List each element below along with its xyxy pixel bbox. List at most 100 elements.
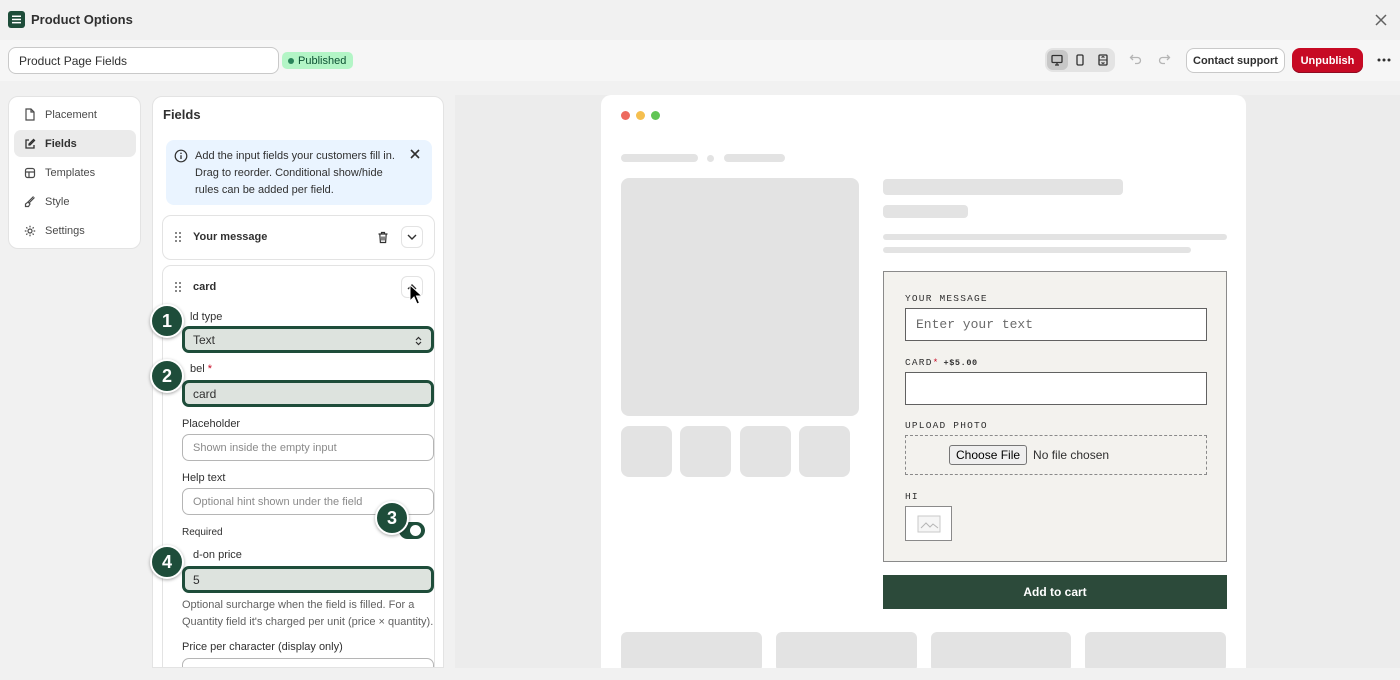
redo-icon[interactable] [1157,52,1173,68]
nav-item-placement[interactable]: Placement [14,101,136,128]
preview-card-label-text: CARD [905,357,933,368]
label-input[interactable]: card [182,380,434,407]
window-dot-red [621,111,630,120]
preview-image-thumbnail[interactable] [905,506,952,541]
step-badge-2: 2 [150,359,184,393]
settings-nav: Placement Fields Templates Style Setting… [8,96,141,249]
placeholder-label: Placeholder [182,418,241,430]
drag-handle-icon[interactable] [174,281,184,295]
preview-your-message-label: YOUR MESSAGE [905,293,988,304]
info-banner: Add the input fields your customers fill… [166,140,432,205]
drag-handle-icon[interactable] [174,231,184,245]
field-card-card[interactable]: card ld type Text bel * card Placeholder… [162,265,435,667]
mobile-view-button[interactable] [1070,50,1091,70]
fullwidth-view-button[interactable] [1092,50,1113,70]
placeholder-input[interactable]: Shown inside the empty input [182,434,434,461]
nav-item-style[interactable]: Style [14,188,136,215]
app-title: Product Options [31,12,133,27]
preview-your-message-input[interactable]: Enter your text [905,308,1207,341]
preview-card-price: +$5.00 [943,358,978,368]
unpublish-button[interactable]: Unpublish [1292,48,1363,73]
brush-icon [24,195,35,207]
toggle-knob [410,525,421,536]
status-dot-icon [288,57,294,64]
field-card-your-message[interactable]: Your message [162,215,435,260]
field-type-label: ld type [190,311,223,323]
title-bar [0,0,1400,40]
nav-item-fields[interactable]: Fields [14,130,136,157]
add-to-cart-button[interactable]: Add to cart [883,575,1227,609]
delete-field-icon[interactable] [372,226,394,248]
skeleton-text-line [883,234,1227,240]
expand-icon [1098,54,1108,66]
nav-label-templates: Templates [45,166,96,179]
preview-hi-label: HI [905,491,919,502]
template-icon [24,167,36,178]
nav-item-templates[interactable]: Templates [14,159,136,186]
addon-price-input[interactable]: 5 [182,566,434,593]
field-title-card: card [193,281,217,293]
status-label: Published [298,54,347,67]
skeleton-thumbnail [621,426,672,477]
skeleton-card [621,632,762,668]
skeleton-breadcrumb [621,154,698,162]
required-asterisk: * [207,363,213,375]
status-badge: Published [282,52,354,69]
addon-price-label: d-on price [193,549,242,561]
preview-upload-label: UPLOAD PHOTO [905,420,988,431]
storefront-preview: YOUR MESSAGE Enter your text CARD* +$5.00… [601,95,1246,668]
label-input-value: card [193,386,217,401]
nav-label-settings: Settings [45,224,85,237]
more-actions-icon[interactable] [1374,52,1394,68]
nav-label-placement: Placement [45,108,97,121]
gear-icon [24,225,36,236]
info-icon [174,149,188,163]
field-type-value: Text [193,332,216,347]
skeleton-card [776,632,917,668]
nav-label-fields: Fields [45,137,77,150]
skeleton-card [931,632,1071,668]
skeleton-separator [707,155,714,162]
addon-price-value: 5 [193,572,200,587]
skeleton-thumbnail [680,426,731,477]
close-icon[interactable] [1371,10,1391,30]
desktop-view-button[interactable] [1047,50,1068,70]
nav-item-settings[interactable]: Settings [14,217,136,244]
preview-card-label: CARD* +$5.00 [905,357,978,368]
field-title-your-message: Your message [193,231,268,243]
mobile-icon [1076,54,1084,66]
desktop-icon [1051,54,1063,66]
required-label: Required [182,527,223,538]
name-input[interactable] [8,47,279,74]
device-toggle-group [1045,48,1115,72]
preview-upload-dropzone[interactable]: Choose File No file chosen [905,435,1207,475]
step-badge-1: 1 [150,304,184,338]
mouse-cursor-icon [409,284,423,305]
label-field-label-text: bel [190,363,205,375]
edit-icon [25,138,36,149]
undo-icon[interactable] [1129,52,1145,68]
select-arrows-icon [415,336,422,346]
expand-field-button[interactable] [401,226,423,248]
skeleton-breadcrumb [724,154,785,162]
dismiss-banner-icon[interactable] [409,148,423,162]
fields-heading: Fields [163,107,201,122]
file-icon [25,108,35,121]
help-text-label: Help text [182,472,226,484]
skeleton-title [883,179,1123,195]
step-badge-4: 4 [150,545,184,579]
skeleton-price [883,205,968,218]
skeleton-text-line [883,247,1191,253]
preview-required-mark: * [932,357,940,368]
preview-card-input[interactable] [905,372,1207,405]
skeleton-product-image [621,178,859,416]
choose-file-button[interactable]: Choose File [949,445,1028,465]
price-per-character-input[interactable] [182,658,434,667]
contact-support-button[interactable]: Contact support [1186,48,1285,73]
field-type-select[interactable]: Text [182,326,434,353]
price-per-character-label: Price per character (display only) [182,641,343,653]
addon-price-help: Optional surcharge when the field is fil… [182,599,434,628]
label-field-label: bel * [190,363,212,375]
info-banner-text: Add the input fields your customers fill… [195,150,395,196]
chevron-down-icon [407,234,417,240]
